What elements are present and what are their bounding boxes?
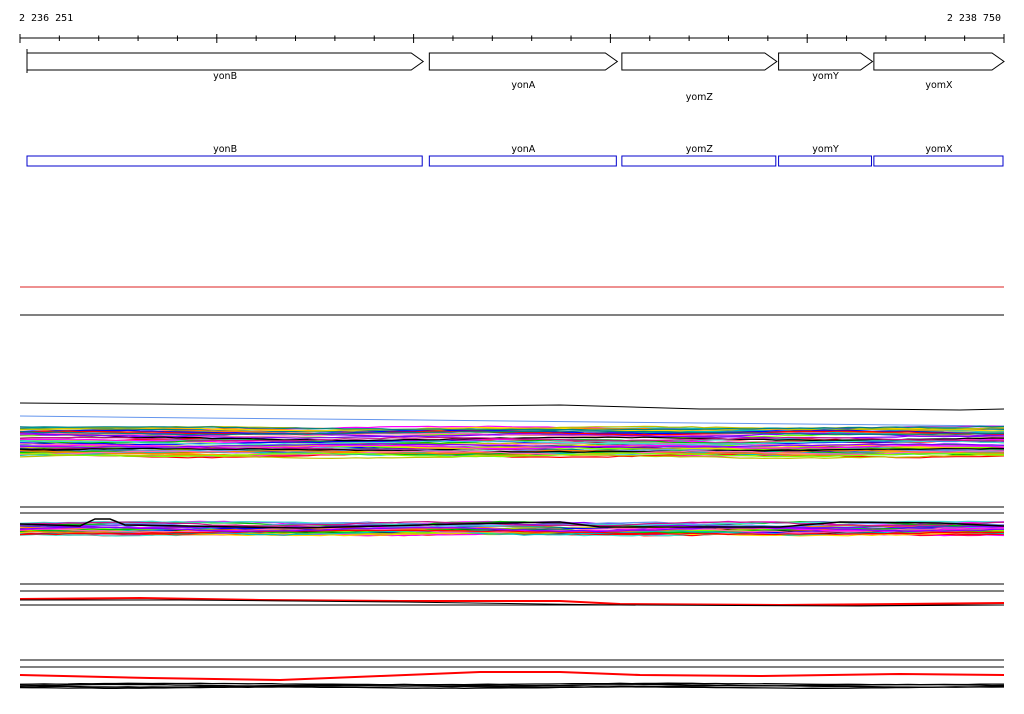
gene-box-label-yomY: yomY: [812, 144, 839, 155]
gene-arrow-yonA[interactable]: [428, 52, 619, 71]
gene-arrow-label-yonB: yonB: [213, 71, 237, 82]
gene-arrow-label-yomX: yomX: [925, 80, 953, 91]
gene-arrow-yomX[interactable]: [873, 52, 1005, 71]
gene-box-yomZ[interactable]: [621, 155, 777, 167]
expression-track-2: [19, 518, 1005, 537]
gene-arrow-label-yonA: yonA: [511, 80, 535, 91]
expression-track-4: [19, 671, 1005, 690]
genome-browser-view: 2 236 251 2 238 750 yonB yonA yomZ yomY yomX…: [0, 0, 1024, 714]
gene-box-yomY[interactable]: [778, 155, 872, 167]
gene-box-yonA[interactable]: [428, 155, 617, 167]
gene-box-yomX[interactable]: [873, 155, 1004, 167]
gene-box-yonB[interactable]: [26, 155, 423, 167]
gene-arrow-track: yonB yonA yomZ yomY yomX: [26, 49, 1005, 103]
expression-line: [19, 402, 1005, 411]
gene-box-label-yomX: yomX: [925, 144, 953, 155]
expression-line: [19, 415, 1005, 427]
gene-arrow-label-yomZ: yomZ: [686, 92, 714, 103]
gene-arrow-label-yomY: yomY: [812, 71, 839, 82]
expression-line-highlight: [19, 671, 1005, 682]
gene-box-label-yonB: yonB: [213, 144, 237, 155]
genome-tracks: yonB yonA yomZ yomY yomX yonB yonA yomZ yomY yom…: [19, 34, 1005, 690]
position-ruler: [19, 34, 1005, 43]
gene-arrow-yomY[interactable]: [778, 52, 874, 71]
expression-track-1: [19, 402, 1005, 460]
track-separators: [20, 286, 1004, 668]
gene-arrow-yomZ[interactable]: [621, 52, 778, 71]
gene-box-track: yonB yonA yomZ yomY yomX: [26, 144, 1004, 167]
gene-arrow-yonB[interactable]: [26, 52, 425, 71]
gene-box-label-yonA: yonA: [511, 144, 535, 155]
gene-box-label-yomZ: yomZ: [686, 144, 714, 155]
